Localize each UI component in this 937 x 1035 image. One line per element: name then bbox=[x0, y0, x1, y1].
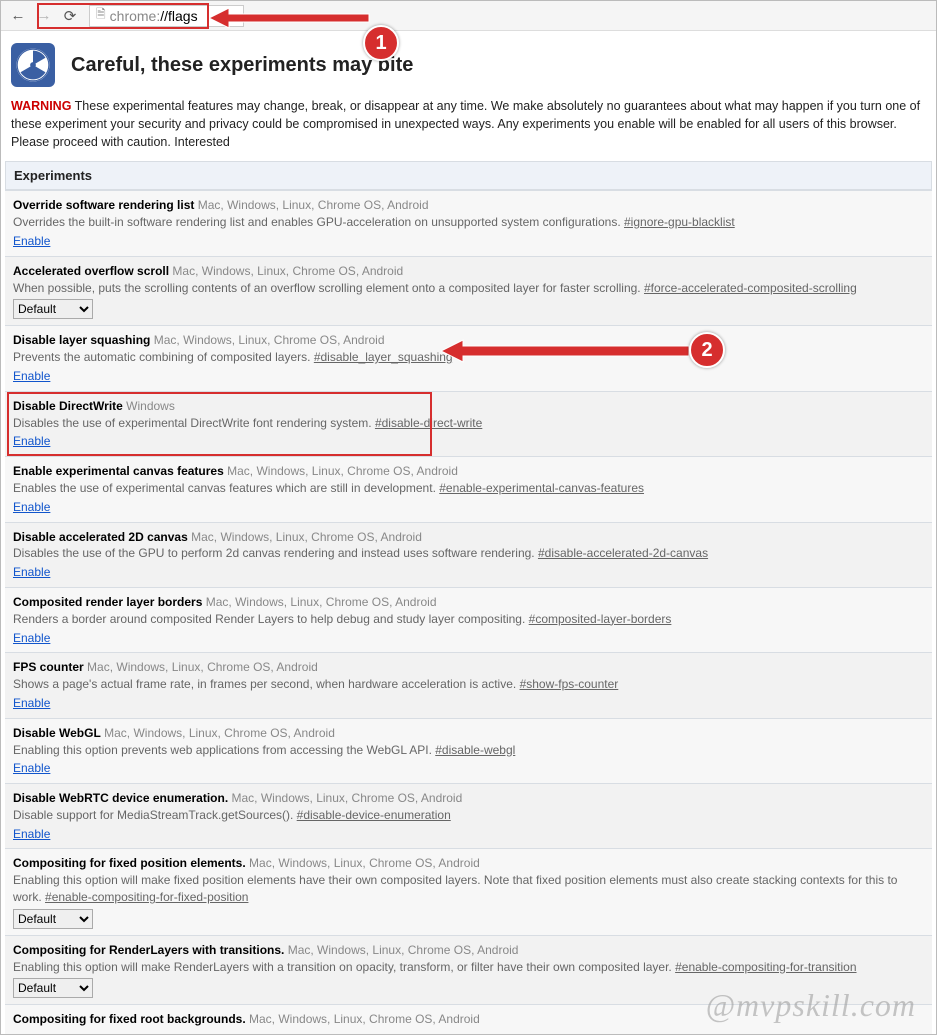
experiment-item: Compositing for fixed position elements.… bbox=[5, 848, 932, 934]
experiment-platforms: Windows bbox=[126, 399, 175, 413]
experiment-platforms: Mac, Windows, Linux, Chrome OS, Android bbox=[206, 595, 437, 609]
experiment-platforms: Mac, Windows, Linux, Chrome OS, Android bbox=[87, 660, 318, 674]
experiment-platforms: Mac, Windows, Linux, Chrome OS, Android bbox=[249, 856, 480, 870]
experiment-desc: Disables the use of the GPU to perform 2… bbox=[13, 545, 924, 562]
back-button[interactable]: ← bbox=[7, 5, 29, 27]
radiation-icon bbox=[11, 43, 55, 87]
experiment-platforms: Mac, Windows, Linux, Chrome OS, Android bbox=[154, 333, 385, 347]
flag-anchor[interactable]: #ignore-gpu-blacklist bbox=[624, 215, 735, 229]
experiment-title: Compositing for fixed root backgrounds. bbox=[13, 1012, 246, 1026]
enable-link[interactable]: Enable bbox=[13, 826, 50, 843]
experiment-desc: Shows a page's actual frame rate, in fra… bbox=[13, 676, 924, 693]
experiment-item: FPS counter Mac, Windows, Linux, Chrome … bbox=[5, 652, 932, 717]
reload-button[interactable]: ⟳ bbox=[59, 5, 81, 27]
warning-label: WARNING bbox=[11, 99, 71, 113]
url-path: //flags bbox=[160, 8, 197, 24]
experiment-item: Disable DirectWrite Windows Disables the… bbox=[5, 391, 932, 456]
flag-anchor[interactable]: #disable-accelerated-2d-canvas bbox=[538, 546, 708, 560]
enable-link[interactable]: Enable bbox=[13, 564, 50, 581]
experiment-platforms: Mac, Windows, Linux, Chrome OS, Android bbox=[227, 464, 458, 478]
annotation-callout-2: 2 bbox=[689, 332, 725, 368]
experiment-desc: Enabling this option will make fixed pos… bbox=[13, 872, 924, 906]
option-select[interactable]: Default bbox=[13, 299, 93, 319]
experiment-platforms: Mac, Windows, Linux, Chrome OS, Android bbox=[232, 791, 463, 805]
experiment-platforms: Mac, Windows, Linux, Chrome OS, Android bbox=[288, 943, 519, 957]
enable-link[interactable]: Enable bbox=[13, 695, 50, 712]
experiment-item: Disable accelerated 2D canvas Mac, Windo… bbox=[5, 522, 932, 587]
experiment-title: Composited render layer borders bbox=[13, 595, 202, 609]
browser-toolbar: ← → ⟳ 🗎 chrome://flags bbox=[1, 1, 936, 31]
experiment-title: Compositing for fixed position elements. bbox=[13, 856, 246, 870]
warning-block: WARNING These experimental features may … bbox=[1, 97, 936, 161]
experiment-desc: Disables the use of experimental DirectW… bbox=[13, 415, 924, 432]
experiment-desc: Renders a border around composited Rende… bbox=[13, 611, 924, 628]
experiment-title: Disable layer squashing bbox=[13, 333, 150, 347]
enable-link[interactable]: Enable bbox=[13, 233, 50, 250]
experiment-item: Accelerated overflow scroll Mac, Windows… bbox=[5, 256, 932, 326]
annotation-arrow-1 bbox=[209, 8, 379, 48]
experiment-platforms: Mac, Windows, Linux, Chrome OS, Android bbox=[198, 198, 429, 212]
annotation-arrow-2 bbox=[441, 338, 691, 364]
page-header: Careful, these experiments may bite bbox=[1, 31, 936, 97]
experiment-title: Disable accelerated 2D canvas bbox=[13, 530, 188, 544]
enable-link[interactable]: Enable bbox=[13, 433, 50, 450]
experiment-title: Enable experimental canvas features bbox=[13, 464, 224, 478]
flag-anchor[interactable]: #force-accelerated-composited-scrolling bbox=[644, 281, 857, 295]
flag-anchor[interactable]: #disable-device-enumeration bbox=[297, 808, 451, 822]
experiment-desc: Overrides the built-in software renderin… bbox=[13, 214, 924, 231]
experiment-platforms: Mac, Windows, Linux, Chrome OS, Android bbox=[191, 530, 422, 544]
experiment-item: Compositing for RenderLayers with transi… bbox=[5, 935, 932, 1005]
experiment-item: Enable experimental canvas features Mac,… bbox=[5, 456, 932, 521]
experiment-desc: Enables the use of experimental canvas f… bbox=[13, 480, 924, 497]
experiment-platforms: Mac, Windows, Linux, Chrome OS, Android bbox=[104, 726, 335, 740]
url-prefix: chrome: bbox=[110, 8, 161, 24]
experiment-desc: When possible, puts the scrolling conten… bbox=[13, 280, 924, 297]
page-icon: 🗎 bbox=[96, 5, 106, 26]
experiment-title: Override software rendering list bbox=[13, 198, 194, 212]
flag-anchor[interactable]: #disable-direct-write bbox=[375, 416, 482, 430]
flag-anchor[interactable]: #show-fps-counter bbox=[520, 677, 619, 691]
experiment-platforms: Mac, Windows, Linux, Chrome OS, Android bbox=[172, 264, 403, 278]
experiment-title: FPS counter bbox=[13, 660, 84, 674]
flag-anchor[interactable]: #disable-webgl bbox=[435, 743, 515, 757]
experiment-title: Disable WebGL bbox=[13, 726, 101, 740]
experiment-title: Accelerated overflow scroll bbox=[13, 264, 169, 278]
experiment-title: Compositing for RenderLayers with transi… bbox=[13, 943, 284, 957]
forward-button[interactable]: → bbox=[33, 5, 55, 27]
experiment-desc: Disable support for MediaStreamTrack.get… bbox=[13, 807, 924, 824]
experiment-desc: Enabling this option prevents web applic… bbox=[13, 742, 924, 759]
enable-link[interactable]: Enable bbox=[13, 760, 50, 777]
experiment-platforms: Mac, Windows, Linux, Chrome OS, Android bbox=[249, 1012, 480, 1026]
annotation-callout-1: 1 bbox=[363, 25, 399, 61]
experiment-title: Disable DirectWrite bbox=[13, 399, 123, 413]
flag-anchor[interactable]: #enable-compositing-for-fixed-position bbox=[45, 890, 248, 904]
experiment-item: Disable WebGL Mac, Windows, Linux, Chrom… bbox=[5, 718, 932, 783]
experiments-heading: Experiments bbox=[5, 161, 932, 190]
flag-anchor[interactable]: #enable-compositing-for-transition bbox=[675, 960, 856, 974]
page-title: Careful, these experiments may bite bbox=[71, 54, 413, 77]
flag-anchor[interactable]: #disable_layer_squashing bbox=[314, 350, 453, 364]
flag-anchor[interactable]: #composited-layer-borders bbox=[529, 612, 672, 626]
experiment-title: Disable WebRTC device enumeration. bbox=[13, 791, 228, 805]
experiment-item: Composited render layer borders Mac, Win… bbox=[5, 587, 932, 652]
option-select[interactable]: Default bbox=[13, 909, 93, 929]
experiment-item: Override software rendering list Mac, Wi… bbox=[5, 190, 932, 255]
experiment-item: Disable WebRTC device enumeration. Mac, … bbox=[5, 783, 932, 848]
enable-link[interactable]: Enable bbox=[13, 499, 50, 516]
option-select[interactable]: Default bbox=[13, 978, 93, 998]
enable-link[interactable]: Enable bbox=[13, 630, 50, 647]
experiment-desc: Enabling this option will make RenderLay… bbox=[13, 959, 924, 976]
enable-link[interactable]: Enable bbox=[13, 368, 50, 385]
warning-text: These experimental features may change, … bbox=[11, 99, 920, 149]
experiments-list: Override software rendering list Mac, Wi… bbox=[5, 190, 932, 1034]
experiment-item: Compositing for fixed root backgrounds. … bbox=[5, 1004, 932, 1034]
flag-anchor[interactable]: #enable-experimental-canvas-features bbox=[439, 481, 644, 495]
